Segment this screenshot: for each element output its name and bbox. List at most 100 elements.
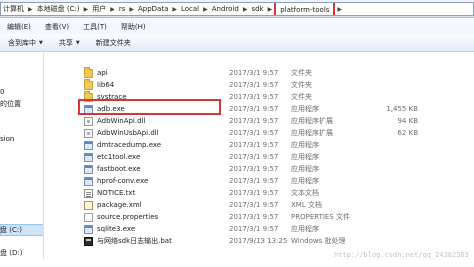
breadcrumb-computer[interactable]: 计算机 — [1, 3, 26, 15]
menu-help[interactable]: 帮助(H) — [114, 19, 153, 34]
file-name: 与网络sdk日志输出.bat — [97, 237, 172, 245]
file-name: hprof-conv.exe — [97, 177, 149, 185]
breadcrumb-android[interactable]: Android — [210, 3, 241, 15]
file-date: 2017/3/1 9:57 — [229, 93, 279, 101]
nav-item-recent-places[interactable]: 的位置 — [0, 99, 21, 109]
file-size: 62 KB — [397, 129, 418, 137]
file-row[interactable]: AdbWinUsbApi.dll 2017/3/1 9:57 应用程序扩展 62… — [84, 127, 474, 139]
nav-item-drive-d[interactable]: 盘 (D:) — [0, 248, 22, 258]
file-row[interactable]: etc1tool.exe 2017/3/1 9:57 应用程序 — [84, 151, 474, 163]
file-date: 2017/3/1 9:57 — [229, 153, 279, 161]
status-bar — [0, 259, 474, 267]
breadcrumb-separator-icon[interactable]: ▶ — [335, 6, 344, 13]
file-type: 应用程序 — [291, 153, 319, 161]
file-date: 2017/3/1 9:57 — [229, 201, 279, 209]
breadcrumb-sdk[interactable]: sdk — [249, 3, 265, 15]
file-name: fastboot.exe — [97, 165, 141, 173]
breadcrumb-appdata[interactable]: AppData — [136, 3, 170, 15]
file-date: 2017/3/1 9:57 — [229, 141, 279, 149]
menu-view[interactable]: 查看(V) — [38, 19, 76, 34]
watermark: http://blog.csdn.net/qq_24382363 — [334, 251, 469, 259]
breadcrumb-separator-icon[interactable]: ▶ — [82, 6, 91, 13]
breadcrumb-local-disk[interactable]: 本地磁盘 (C:) — [35, 3, 82, 15]
file-type: 应用程序 — [291, 225, 319, 233]
file-row[interactable]: dmtracedump.exe 2017/3/1 9:57 应用程序 — [84, 139, 474, 151]
include-in-library-label: 含到库中 — [8, 38, 36, 47]
file-date: 2017/3/1 9:57 — [229, 69, 279, 77]
menu-tools[interactable]: 工具(T) — [76, 19, 114, 34]
file-type: 应用程序扩展 — [291, 117, 333, 125]
annotation-highlight-box — [78, 99, 221, 115]
file-name: source.properties — [97, 213, 159, 221]
file-name: AdbWinUsbApi.dll — [97, 129, 159, 137]
file-type: 文本文档 — [291, 189, 319, 197]
breadcrumb-platform-tools[interactable]: platform-tools — [274, 3, 336, 15]
file-row[interactable]: source.properties 2017/3/1 9:57 PROPERTI… — [84, 211, 474, 223]
file-row[interactable]: fastboot.exe 2017/3/1 9:57 应用程序 — [84, 163, 474, 175]
breadcrumb-separator-icon[interactable]: ▶ — [108, 6, 117, 13]
file-type: 应用程序 — [291, 105, 319, 113]
file-row[interactable]: api 2017/3/1 9:57 文件夹 — [84, 66, 474, 79]
exe-icon — [84, 140, 93, 150]
breadcrumb-local[interactable]: Local — [179, 3, 201, 15]
file-size: 1,455 KB — [386, 105, 418, 113]
file-row[interactable]: NOTICE.txt 2017/3/1 9:57 文本文档 — [84, 187, 474, 199]
file-date: 2017/3/1 9:57 — [229, 225, 279, 233]
file-name: etc1tool.exe — [97, 153, 141, 161]
folder-icon — [84, 66, 93, 78]
file-row[interactable]: 与网络sdk日志输出.bat 2017/9/13 13:25 Windows 批… — [84, 235, 474, 247]
file-type: 文件夹 — [291, 69, 312, 77]
file-row[interactable]: package.xml 2017/3/1 9:57 XML 文档 — [84, 199, 474, 211]
command-bar: 含到库中 ▼ 共享 ▼ 新建文件夹 — [0, 34, 474, 52]
file-date: 2017/3/1 9:57 — [229, 165, 279, 173]
breadcrumb-separator-icon[interactable]: ▶ — [170, 6, 179, 13]
breadcrumb-separator-icon[interactable]: ▶ — [26, 6, 35, 13]
file-date: 2017/3/1 9:57 — [229, 105, 279, 113]
share-button[interactable]: 共享 ▼ — [51, 34, 88, 51]
file-type: PROPERTIES 文件 — [291, 213, 351, 221]
chevron-down-icon: ▼ — [39, 39, 43, 46]
file-name: lib64 — [97, 81, 115, 89]
nav-item-partial[interactable]: 0 — [0, 88, 4, 96]
include-in-library-button[interactable]: 含到库中 ▼ — [0, 34, 51, 51]
menu-bar: 编辑(E) 查看(V) 工具(T) 帮助(H) — [0, 19, 474, 34]
breadcrumb-rs[interactable]: rs — [117, 3, 128, 15]
new-folder-button[interactable]: 新建文件夹 — [88, 34, 139, 51]
dll-icon — [84, 128, 93, 138]
file-row[interactable]: AdbWinApi.dll 2017/3/1 9:57 应用程序扩展 94 KB — [84, 115, 474, 127]
file-name: package.xml — [97, 201, 142, 209]
breadcrumb-separator-icon[interactable]: ▶ — [201, 6, 210, 13]
breadcrumb-separator-icon[interactable]: ▶ — [266, 6, 275, 13]
text-file-icon — [84, 188, 93, 198]
file-name: dmtracedump.exe — [97, 141, 162, 149]
file-name: sqlite3.exe — [97, 225, 136, 233]
file-date: 2017/3/1 9:57 — [229, 189, 279, 197]
address-bar[interactable]: 计算机 ▶ 本地磁盘 (C:) ▶ 用户 ▶ rs ▶ AppData ▶ Lo… — [0, 2, 474, 16]
file-row[interactable]: sqlite3.exe 2017/3/1 9:57 应用程序 — [84, 223, 474, 235]
chevron-down-icon: ▼ — [75, 39, 80, 46]
breadcrumb-users[interactable]: 用户 — [90, 3, 108, 15]
file-date: 2017/3/1 9:57 — [229, 81, 279, 89]
navigation-pane[interactable]: 0 的位置 sion 盘 (C:) 盘 (D:) — [0, 53, 44, 267]
file-list: api 2017/3/1 9:57 文件夹 lib64 2017/3/1 9:5… — [84, 66, 474, 247]
exe-icon — [84, 176, 93, 186]
batch-file-icon — [84, 236, 93, 246]
file-row[interactable]: lib64 2017/3/1 9:57 文件夹 — [84, 78, 474, 91]
exe-icon — [84, 152, 93, 162]
dll-icon — [84, 116, 93, 126]
breadcrumb-separator-icon[interactable]: ▶ — [127, 6, 136, 13]
nav-item-partial[interactable]: sion — [0, 135, 14, 143]
folder-icon — [84, 78, 93, 90]
file-type: XML 文档 — [291, 201, 322, 209]
file-type: Windows 批处理 — [291, 237, 346, 245]
file-date: 2017/3/1 9:57 — [229, 177, 279, 185]
file-type: 应用程序 — [291, 165, 319, 173]
file-name: NOTICE.txt — [97, 189, 136, 197]
file-row[interactable]: hprof-conv.exe 2017/3/1 9:57 应用程序 — [84, 175, 474, 187]
menu-edit[interactable]: 编辑(E) — [0, 19, 38, 34]
file-name: api — [97, 69, 108, 77]
nav-item-drive-c[interactable]: 盘 (C:) — [0, 225, 22, 235]
file-type: 应用程序 — [291, 177, 319, 185]
breadcrumb-separator-icon[interactable]: ▶ — [241, 6, 250, 13]
file-type: 应用程序 — [291, 141, 319, 149]
